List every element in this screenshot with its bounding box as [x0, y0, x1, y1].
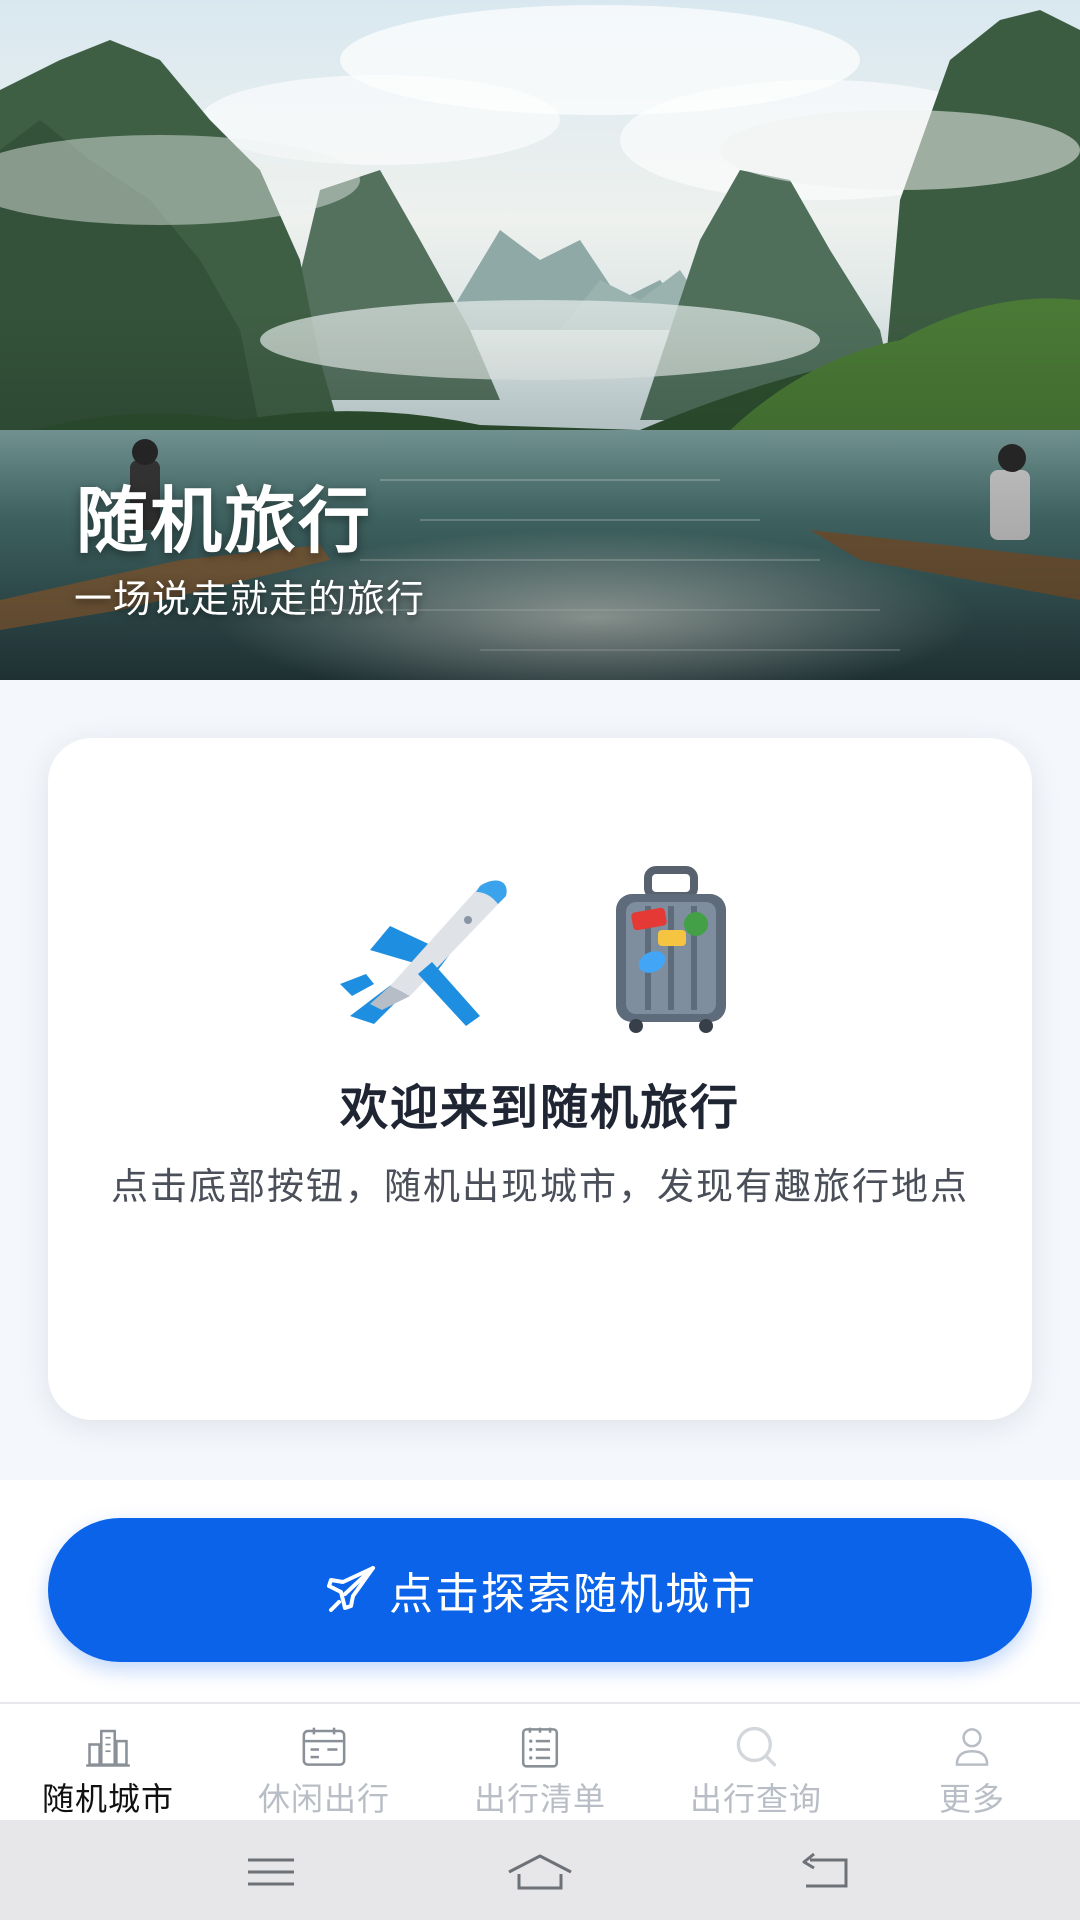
tab-label: 出行清单	[473, 1780, 606, 1818]
home-icon[interactable]	[505, 1850, 575, 1894]
hero-title: 随机旅行	[76, 479, 373, 563]
tab-travel-query[interactable]: 出行查询	[648, 1704, 864, 1820]
tab-random-city[interactable]: 随机城市	[0, 1704, 216, 1820]
hero-banner: 随机旅行 一场说走就走的旅行	[0, 0, 1080, 680]
hero-subtitle: 一场说走就走的旅行	[74, 577, 426, 621]
bottom-tab-bar: 随机城市 休闲出行 出行清单 出行查询 更多	[0, 1702, 1080, 1820]
back-icon[interactable]	[790, 1850, 860, 1894]
menu-icon[interactable]	[236, 1850, 306, 1894]
emoji-row	[48, 866, 1032, 1036]
luggage-icon	[616, 866, 726, 1033]
tab-more[interactable]: 更多	[864, 1704, 1080, 1820]
welcome-description: 点击底部按钮，随机出现城市，发现有趣旅行地点	[111, 1165, 969, 1208]
system-navigation-bar	[0, 1820, 1080, 1920]
tab-label: 更多	[938, 1780, 1005, 1818]
welcome-title: 欢迎来到随机旅行	[339, 1080, 740, 1136]
tab-label: 休闲出行	[257, 1780, 390, 1818]
calendar-icon	[302, 1727, 346, 1766]
cta-section: 点击探索随机城市	[0, 1480, 1080, 1702]
cta-label: 点击探索随机城市	[389, 1569, 757, 1620]
welcome-card: 欢迎来到随机旅行 点击底部按钮，随机出现城市，发现有趣旅行地点	[48, 738, 1032, 1420]
tab-travel-checklist[interactable]: 出行清单	[432, 1704, 648, 1820]
paper-plane-icon	[327, 1566, 375, 1612]
tab-label: 出行查询	[689, 1780, 822, 1818]
airplane-icon	[340, 880, 507, 1026]
tab-leisure-travel[interactable]: 休闲出行	[216, 1704, 432, 1820]
checklist-icon	[521, 1727, 559, 1768]
search-icon	[736, 1726, 777, 1767]
user-icon	[955, 1728, 989, 1766]
city-buildings-icon	[86, 1729, 130, 1767]
explore-random-city-button[interactable]: 点击探索随机城市	[48, 1518, 1032, 1662]
tab-label: 随机城市	[41, 1780, 174, 1818]
